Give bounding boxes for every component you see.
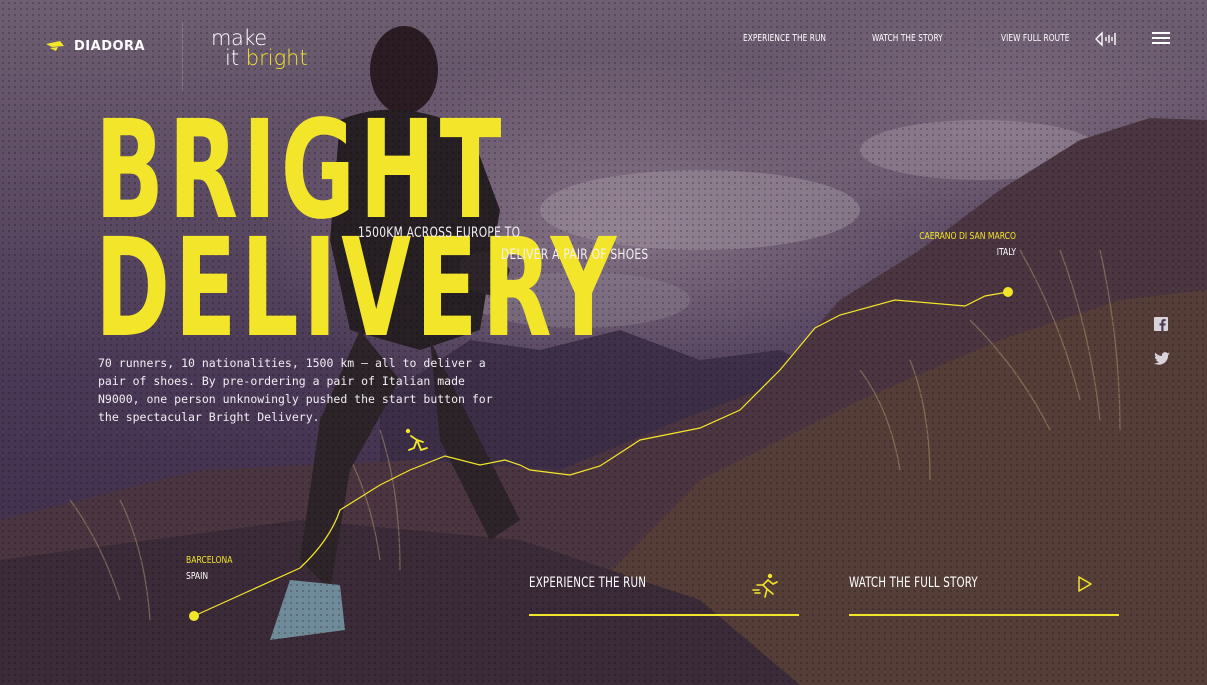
diadora-logo[interactable]: DIADORA: [46, 38, 145, 54]
route-end-country: ITALY: [996, 247, 1016, 258]
experience-the-run-label: EXPERIENCE THE RUN: [529, 575, 647, 591]
nav-watch-the-story[interactable]: WATCH THE STORY: [872, 33, 950, 44]
diadora-logo-icon: [46, 41, 64, 51]
hero-subtitle-line1: 1500KM ACROSS EUROPE TO: [358, 225, 521, 241]
tagline-it: it: [225, 46, 240, 70]
hero-subtitle-line2: DELIVER A PAIR OF SHOES: [501, 247, 649, 263]
play-icon: [1078, 576, 1092, 592]
header-divider: [182, 22, 183, 90]
route-start-label: BARCELONA SPAIN: [186, 553, 232, 585]
watch-the-full-story-button[interactable]: WATCH THE FULL STORY: [849, 570, 1119, 616]
brand-name: DIADORA: [74, 38, 146, 54]
facebook-icon[interactable]: [1154, 317, 1168, 331]
sound-toggle-icon[interactable]: [1094, 31, 1118, 47]
route-start-country: SPAIN: [186, 571, 209, 582]
hero-description: 70 runners, 10 nationalities, 1500 km – …: [98, 356, 493, 424]
twitter-icon[interactable]: [1154, 352, 1170, 366]
hamburger-menu-icon[interactable]: [1152, 32, 1170, 46]
tagline-bright: bright: [245, 46, 308, 70]
route-end-label: CAERANO DI SAN MARCO ITALY: [900, 229, 1016, 261]
route-start-city: BARCELONA: [186, 555, 233, 566]
watch-the-full-story-label: WATCH THE FULL STORY: [849, 575, 978, 591]
nav-view-full-route[interactable]: VIEW FULL ROUTE: [1001, 33, 1079, 44]
tagline-make: make: [211, 26, 267, 50]
runner-icon: [752, 573, 778, 598]
make-it-bright-logo: make it bright: [211, 26, 308, 70]
experience-the-run-button[interactable]: EXPERIENCE THE RUN: [529, 570, 799, 616]
route-end-city: CAERANO DI SAN MARCO: [919, 231, 1016, 242]
main-nav: EXPERIENCE THE RUN WATCH THE STORY VIEW …: [743, 33, 1096, 44]
nav-experience-the-run[interactable]: EXPERIENCE THE RUN: [743, 33, 826, 44]
